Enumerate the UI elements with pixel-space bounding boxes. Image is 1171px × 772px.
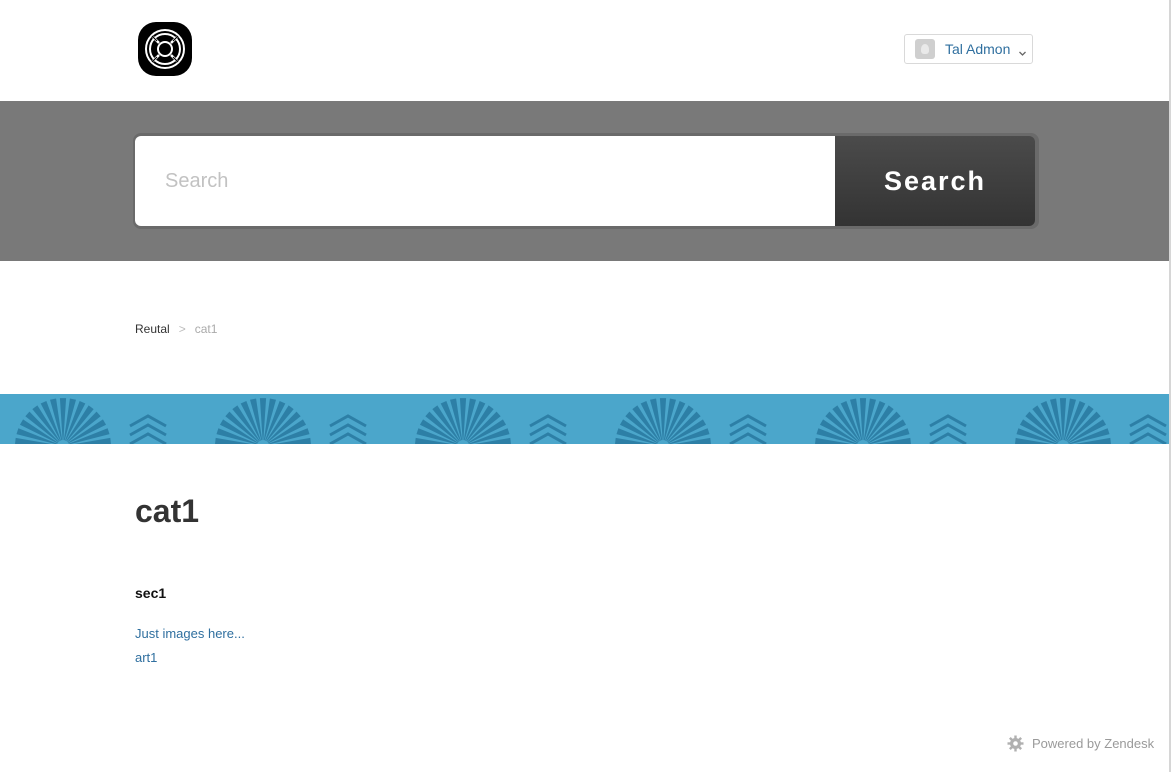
list-item: Just images here... [135,625,245,649]
chevron-shape [129,414,167,444]
search-input[interactable] [135,136,835,226]
user-name: Tal Admon [945,41,1011,57]
decorative-pattern-banner [0,394,1169,444]
list-item: art1 [135,649,245,673]
header: Tal Admon [0,0,1169,101]
user-menu-button[interactable]: Tal Admon [904,34,1033,64]
breadcrumb: Reutal > cat1 [135,322,217,336]
pattern-graphic [15,398,1167,444]
powered-by-zendesk-link[interactable]: Powered by Zendesk [1007,735,1154,752]
zendesk-gear-icon [1007,735,1024,752]
search-band: Search [0,101,1169,261]
user-avatar-icon [915,39,935,59]
fan-shape [815,398,911,444]
chevron-shape [329,414,367,444]
chevron-down-icon [1018,45,1027,56]
chevron-shape [529,414,567,444]
fan-shape [215,398,311,444]
breadcrumb-separator: > [178,322,186,336]
lifebuoy-icon[interactable] [135,19,195,79]
search-button[interactable]: Search [835,136,1035,226]
chevron-shape [1129,414,1167,444]
fan-shape [1015,398,1111,444]
powered-by-label: Powered by Zendesk [1032,736,1155,751]
article-list: Just images here... art1 [135,625,245,673]
category-title: cat1 [135,493,200,529]
fan-shape [415,398,511,444]
fan-shape [615,398,711,444]
article-link[interactable]: Just images here... [135,626,245,641]
search-form: Search [133,133,1039,229]
chevron-shape [729,414,767,444]
help-center-page: Tal Admon Search Reutal > cat1 cat1 sec1… [0,0,1171,772]
fan-shape [15,398,111,444]
section-title[interactable]: sec1 [135,585,166,601]
chevron-shape [929,414,967,444]
article-link[interactable]: art1 [135,650,157,665]
breadcrumb-item-current[interactable]: cat1 [195,322,218,336]
breadcrumb-item-home[interactable]: Reutal [135,322,170,336]
